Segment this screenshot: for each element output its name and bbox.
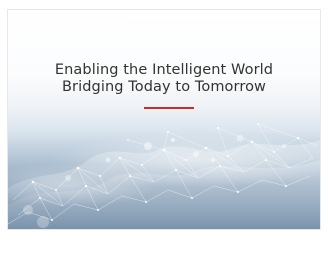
hero-banner[interactable]: Enabling the Intelligent World Bridging … (8, 10, 320, 229)
headline-line-2: Bridging Today to Tomorrow (61, 79, 267, 95)
accent-divider (144, 107, 194, 109)
headline-line-1: Enabling the Intelligent World (54, 62, 274, 78)
hero-headline: Enabling the Intelligent World Bridging … (8, 62, 320, 96)
network-mesh-image (8, 123, 320, 229)
